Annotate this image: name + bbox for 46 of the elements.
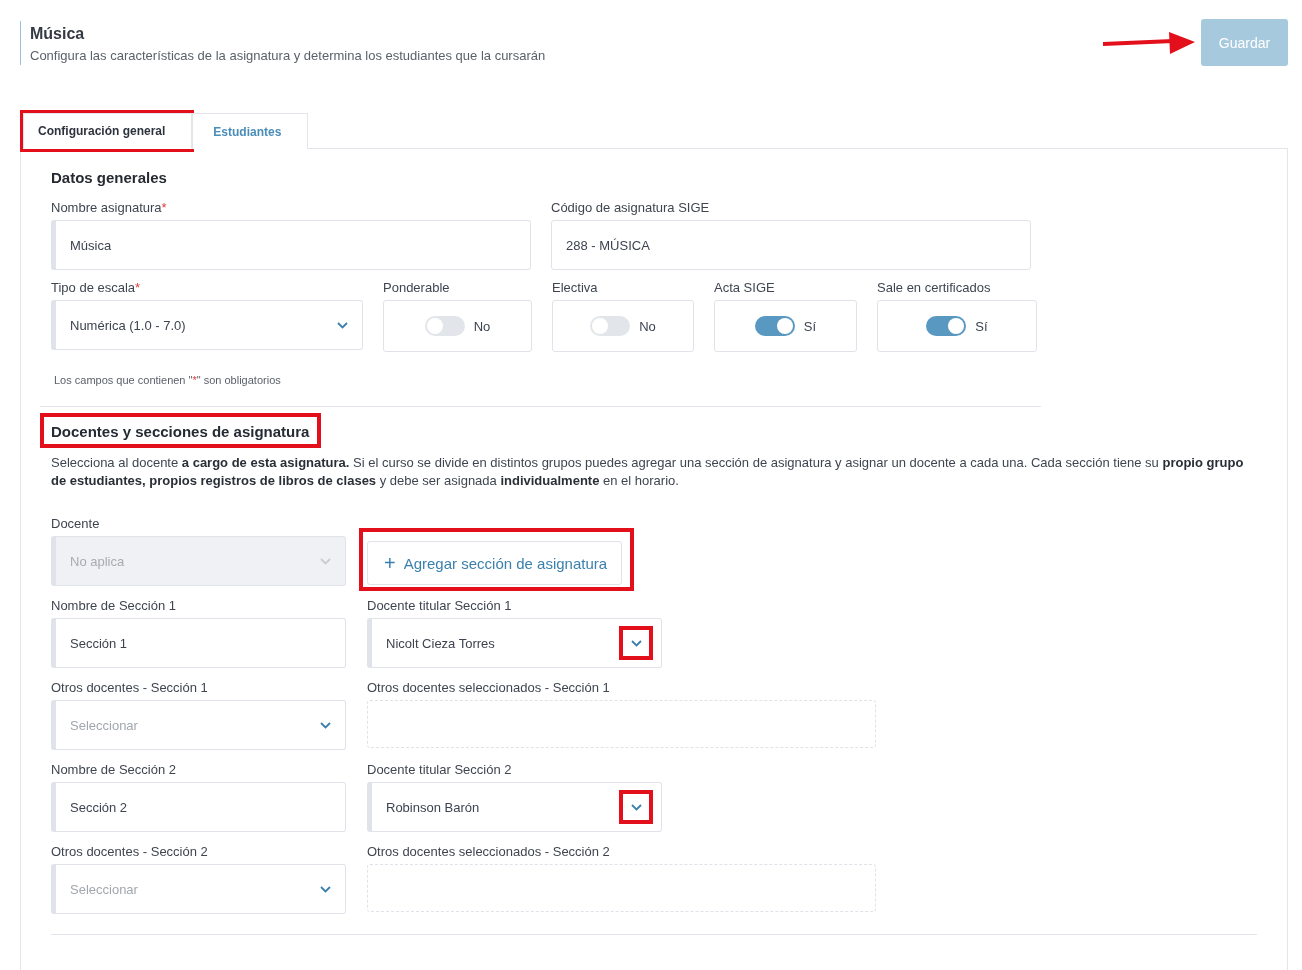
- chevron-down-icon: [320, 557, 331, 565]
- add-section-button[interactable]: + Agregar sección de asignatura: [367, 541, 623, 585]
- field-label: Nombre de Sección 1: [51, 597, 177, 615]
- toggle-switch[interactable]: [754, 316, 795, 336]
- page-subtitle: Configura las características de la asignatura y determina los estudiantes que la cursarán: [30, 48, 546, 63]
- toggle-text: Sí: [975, 318, 988, 334]
- field-label: Otros docentes seleccionados - Sección 2: [367, 843, 611, 861]
- field-label: Tipo de escala*: [51, 279, 142, 297]
- chevron-down-icon: [320, 885, 331, 893]
- select-field[interactable]: Robinson Barón: [367, 782, 662, 832]
- section-heading: Datos generales: [51, 169, 168, 186]
- tab[interactable]: Estudiantes: [192, 113, 309, 149]
- field-label: Electiva: [552, 279, 599, 297]
- input-field[interactable]: Música: [51, 220, 531, 270]
- field-label: Nombre asignatura*: [51, 199, 168, 217]
- toggle-switch[interactable]: [424, 316, 465, 336]
- toggle-text: No: [639, 318, 656, 334]
- field-label: Otros docentes - Sección 2: [51, 843, 209, 861]
- field-label: Docente titular Sección 2: [367, 761, 513, 779]
- page-title: Música: [30, 25, 86, 43]
- description-text: Selecciona al docente a cargo de esta asignatura. Si el curso se divide en distintos grupos puedes agregar una sección de asignatura y asignar un docente a cada una. Cada sección tiene su propio grupo de estudiantes, propios registros de libros de clases y debe ser asignada individualmente en el horario.: [51, 454, 1245, 490]
- input-field[interactable]: Sección 1: [51, 618, 346, 668]
- tab[interactable]: Configuración general: [23, 113, 193, 149]
- chevron-down-icon: [630, 803, 642, 811]
- section-heading: Docentes y secciones de asignatura: [51, 423, 310, 440]
- input-field[interactable]: 288 - MÚSICA: [551, 220, 1031, 270]
- field-label: Acta SIGE: [714, 279, 776, 297]
- field-label: Otros docentes - Sección 1: [51, 679, 209, 697]
- field-label: Ponderable: [383, 279, 451, 297]
- required-note: Los campos que contienen "*" son obligatorios: [54, 374, 282, 386]
- toggle-text: Sí: [803, 318, 817, 334]
- select-field[interactable]: Numérica (1.0 - 7.0): [51, 300, 363, 350]
- chevron-down-icon: [630, 639, 642, 647]
- toggle-switch[interactable]: [590, 316, 631, 336]
- toggle-text: No: [473, 318, 491, 334]
- chevron-down-icon: [337, 321, 348, 329]
- input-field[interactable]: Sección 2: [51, 782, 346, 832]
- field-label: Sale en certificados: [877, 279, 992, 297]
- select-field[interactable]: Nicolt Cieza Torres: [367, 618, 662, 668]
- chevron-down-icon: [320, 721, 331, 729]
- field-label: Nombre de Sección 2: [51, 761, 177, 779]
- field-label: Docente titular Sección 1: [367, 597, 513, 615]
- field-label: Docente: [51, 515, 101, 533]
- toggle-switch[interactable]: [926, 316, 967, 336]
- field-label: Código de asignatura SIGE: [551, 199, 711, 217]
- field-label: Otros docentes seleccionados - Sección 1: [367, 679, 611, 697]
